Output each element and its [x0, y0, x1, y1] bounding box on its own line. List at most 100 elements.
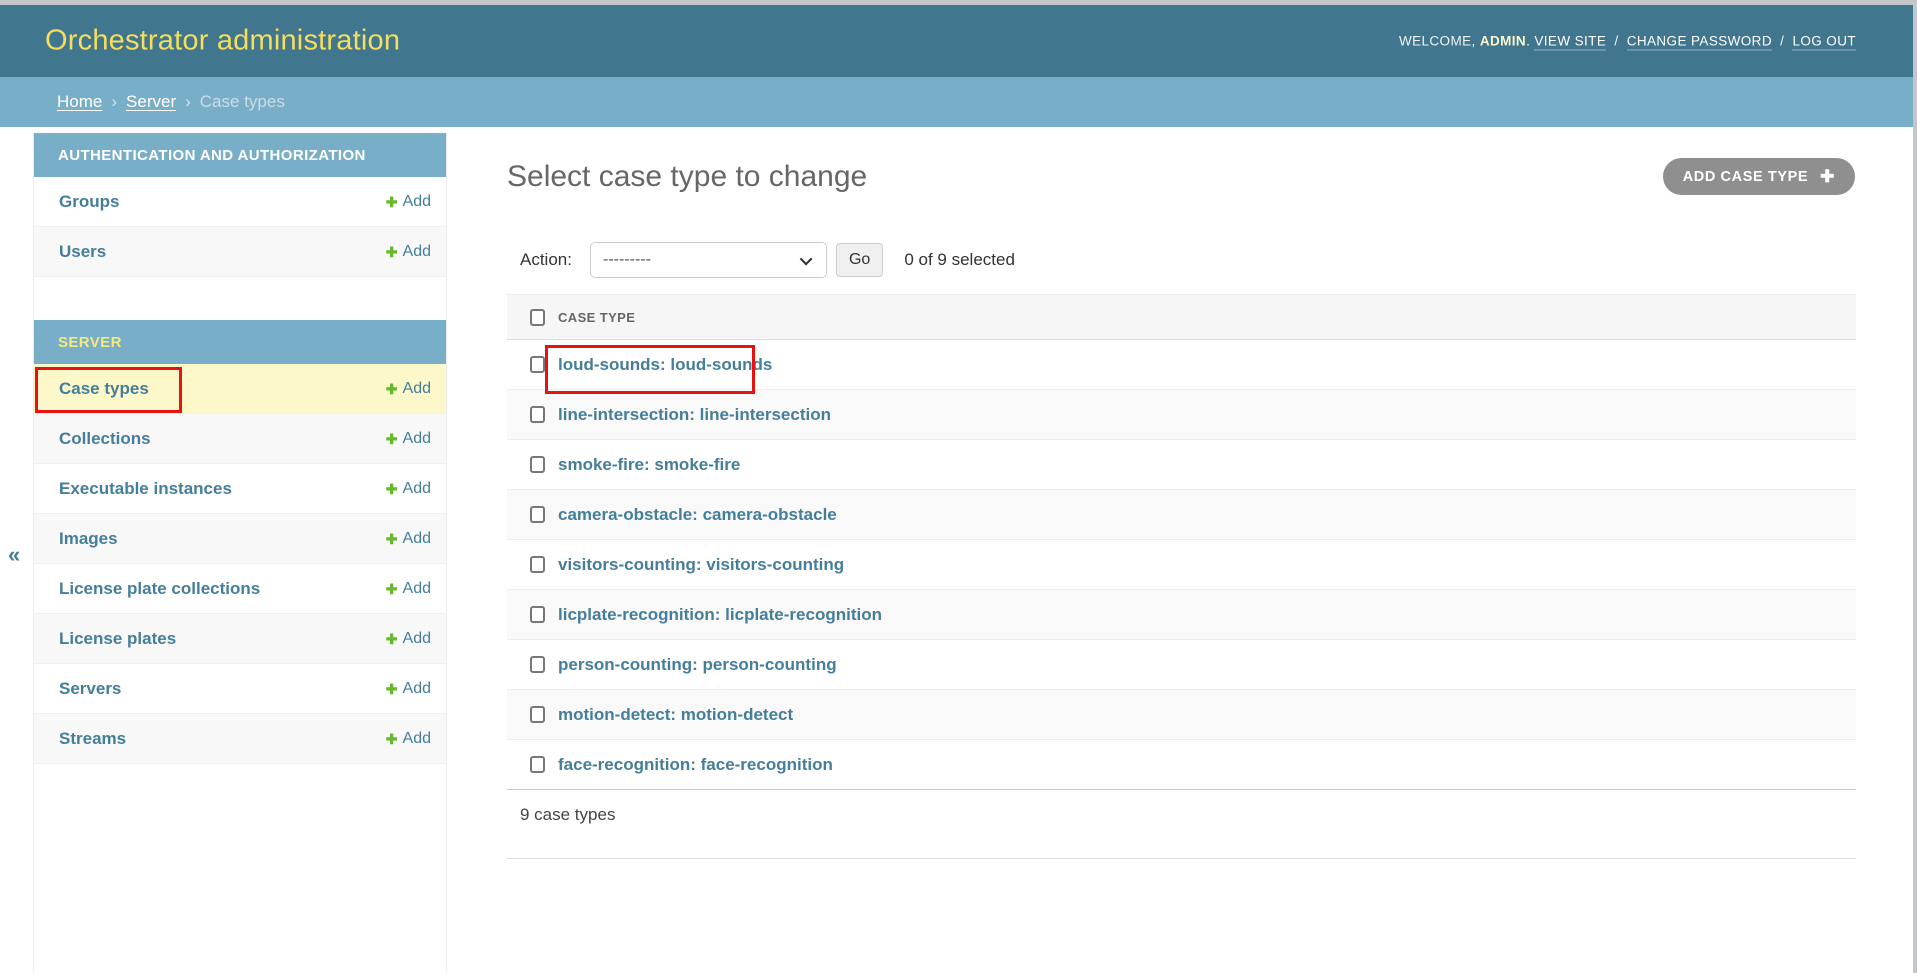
link-separator: /	[1614, 34, 1618, 49]
sidebar-item: Executable instances ✚Add	[34, 464, 446, 514]
case-type-link[interactable]: camera-obstacle: camera-obstacle	[558, 505, 837, 524]
case-type-link[interactable]: face-recognition: face-recognition	[558, 755, 833, 774]
paginator-count: 9 case types	[507, 790, 1856, 859]
sidebar-add-link[interactable]: ✚Add	[386, 430, 431, 448]
sidebar-model-link[interactable]: Users	[59, 242, 106, 262]
table-row: visitors-counting: visitors-counting	[507, 540, 1856, 590]
case-type-link[interactable]: motion-detect: motion-detect	[558, 705, 793, 724]
breadcrumb-separator: ›	[111, 92, 117, 112]
plus-icon: ✚	[386, 432, 398, 446]
sidebar-add-link[interactable]: ✚Add	[386, 193, 431, 211]
case-type-link[interactable]: person-counting: person-counting	[558, 655, 837, 674]
sidebar-item: Groups ✚Add	[34, 177, 446, 227]
sidebar-add-link[interactable]: ✚Add	[386, 480, 431, 498]
sidebar-section-server: SERVER Case types ✚Add Collections ✚Add …	[34, 320, 446, 764]
change-password-link[interactable]: CHANGE PASSWORD	[1627, 34, 1772, 51]
log-out-link[interactable]: LOG OUT	[1792, 34, 1856, 51]
selection-counter: 0 of 9 selected	[904, 250, 1015, 270]
sidebar-add-link[interactable]: ✚Add	[386, 380, 431, 398]
table-row: licplate-recognition: licplate-recogniti…	[507, 590, 1856, 640]
case-type-link[interactable]: loud-sounds: loud-sounds	[558, 355, 772, 374]
row-checkbox[interactable]	[530, 506, 545, 523]
row-checkbox[interactable]	[530, 706, 545, 723]
breadcrumb-separator: ›	[185, 92, 191, 112]
sidebar-item: Collections ✚Add	[34, 414, 446, 464]
section-header-authentication: AUTHENTICATION AND AUTHORIZATION	[34, 133, 446, 177]
sidebar-model-link[interactable]: Servers	[59, 679, 121, 699]
sidebar-model-link[interactable]: Executable instances	[59, 479, 232, 499]
plus-icon: ✚	[386, 632, 398, 646]
sidebar: AUTHENTICATION AND AUTHORIZATION Groups …	[33, 133, 447, 973]
select-all-checkbox[interactable]	[530, 309, 545, 326]
sidebar-model-link[interactable]: Collections	[59, 429, 151, 449]
sidebar-model-link[interactable]: Streams	[59, 729, 126, 749]
sidebar-item: Users ✚Add	[34, 227, 446, 277]
sidebar-model-link[interactable]: License plates	[59, 629, 176, 649]
window-frame-right	[1913, 0, 1917, 973]
add-case-type-button[interactable]: ADD CASE TYPE ✚	[1663, 158, 1855, 195]
table-row: person-counting: person-counting	[507, 640, 1856, 690]
page-title: Select case type to change	[507, 127, 1856, 194]
main-content: Select case type to change ADD CASE TYPE…	[507, 127, 1856, 859]
breadcrumb: Home › Server › Case types	[0, 77, 1913, 127]
window-frame-top	[0, 0, 1917, 5]
case-type-link[interactable]: visitors-counting: visitors-counting	[558, 555, 844, 574]
case-type-link[interactable]: line-intersection: line-intersection	[558, 405, 831, 424]
row-checkbox[interactable]	[530, 756, 545, 773]
plus-icon: ✚	[386, 732, 398, 746]
sidebar-collapse-toggle[interactable]: «	[8, 544, 20, 566]
sidebar-add-link[interactable]: ✚Add	[386, 730, 431, 748]
sidebar-section-auth: AUTHENTICATION AND AUTHORIZATION Groups …	[34, 133, 446, 277]
results-table: CASE TYPE loud-sounds: loud-sounds line-…	[507, 294, 1856, 859]
table-row: loud-sounds: loud-sounds	[507, 340, 1856, 390]
sidebar-model-link[interactable]: Images	[59, 529, 118, 549]
sidebar-model-link[interactable]: Groups	[59, 192, 119, 212]
plus-icon: ✚	[386, 382, 398, 396]
plus-icon: ✚	[386, 582, 398, 596]
table-row: motion-detect: motion-detect	[507, 690, 1856, 740]
table-header-row: CASE TYPE	[507, 295, 1856, 340]
sidebar-model-link[interactable]: Case types	[59, 379, 149, 399]
action-select[interactable]: ---------	[590, 242, 827, 278]
user-tools: WELCOME, ADMIN. VIEW SITE / CHANGE PASSW…	[1399, 34, 1856, 49]
view-site-link[interactable]: VIEW SITE	[1534, 34, 1606, 51]
welcome-text: WELCOME,	[1399, 34, 1476, 49]
sidebar-item: Streams ✚Add	[34, 714, 446, 764]
row-checkbox[interactable]	[530, 356, 545, 373]
sidebar-add-link[interactable]: ✚Add	[386, 580, 431, 598]
sidebar-add-link[interactable]: ✚Add	[386, 530, 431, 548]
sidebar-add-link[interactable]: ✚Add	[386, 680, 431, 698]
table-row: smoke-fire: smoke-fire	[507, 440, 1856, 490]
sidebar-add-link[interactable]: ✚Add	[386, 243, 431, 261]
breadcrumb-current: Case types	[200, 92, 285, 112]
row-checkbox[interactable]	[530, 606, 545, 623]
plus-icon: ✚	[386, 482, 398, 496]
row-checkbox[interactable]	[530, 406, 545, 423]
plus-icon: ✚	[386, 532, 398, 546]
sidebar-item: Case types ✚Add	[34, 364, 446, 414]
sidebar-item: Servers ✚Add	[34, 664, 446, 714]
sidebar-add-link[interactable]: ✚Add	[386, 630, 431, 648]
action-label: Action:	[520, 250, 572, 270]
case-type-link[interactable]: licplate-recognition: licplate-recogniti…	[558, 605, 882, 624]
object-tools: ADD CASE TYPE ✚	[1663, 158, 1855, 195]
app-header: Orchestrator administration WELCOME, ADM…	[0, 5, 1913, 77]
row-checkbox[interactable]	[530, 456, 545, 473]
table-row: camera-obstacle: camera-obstacle	[507, 490, 1856, 540]
plus-icon: ✚	[1820, 167, 1835, 187]
plus-icon: ✚	[386, 195, 398, 209]
row-checkbox[interactable]	[530, 556, 545, 573]
breadcrumb-server-link[interactable]: Server	[126, 92, 176, 112]
username: ADMIN	[1480, 34, 1526, 49]
case-type-link[interactable]: smoke-fire: smoke-fire	[558, 455, 740, 474]
breadcrumb-home-link[interactable]: Home	[57, 92, 102, 112]
row-checkbox[interactable]	[530, 656, 545, 673]
go-button[interactable]: Go	[836, 243, 883, 277]
link-separator: /	[1780, 34, 1784, 49]
welcome-dot: .	[1526, 34, 1530, 49]
column-header-case-type: CASE TYPE	[558, 295, 1856, 340]
site-title[interactable]: Orchestrator administration	[45, 25, 400, 58]
table-row: face-recognition: face-recognition	[507, 740, 1856, 790]
sidebar-item: Images ✚Add	[34, 514, 446, 564]
sidebar-model-link[interactable]: License plate collections	[59, 579, 260, 599]
